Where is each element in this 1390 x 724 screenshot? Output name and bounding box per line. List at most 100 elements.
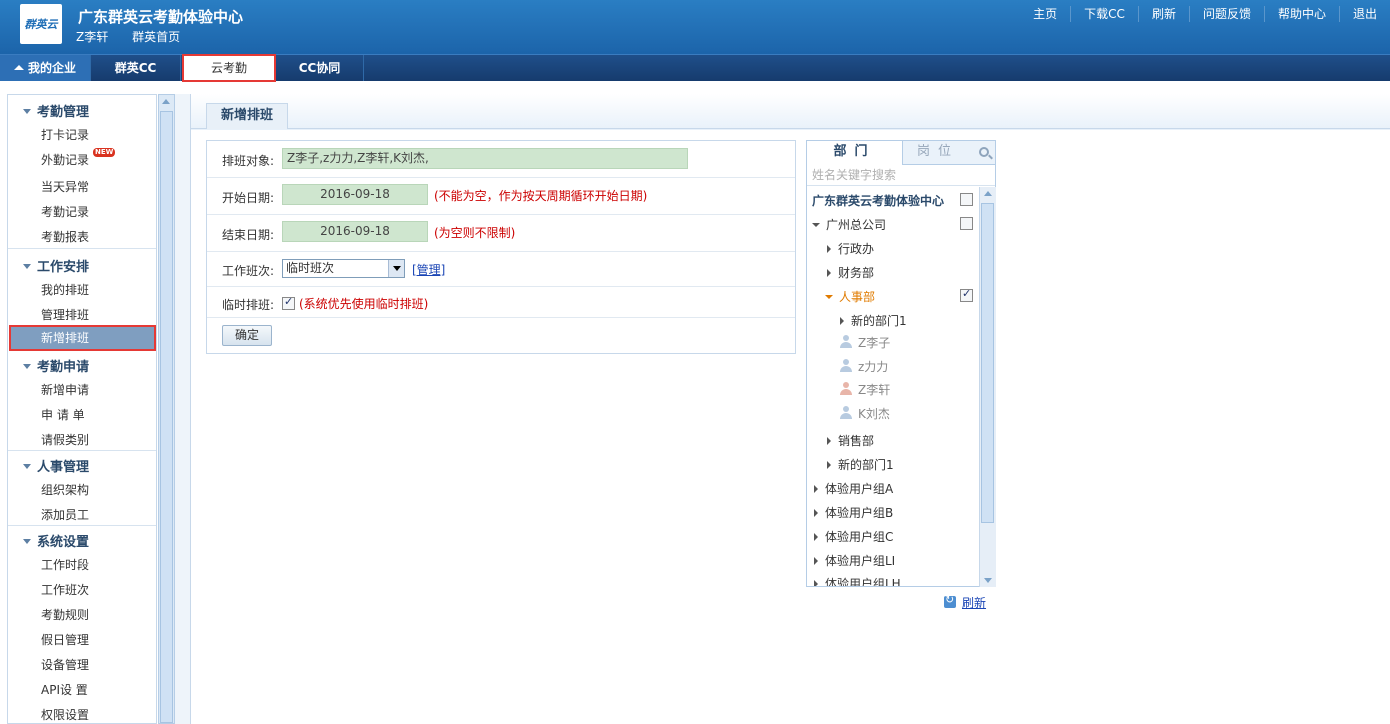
tab-new-schedule[interactable]: 新增排班	[206, 103, 288, 129]
main-header	[191, 94, 1390, 130]
tree-scrollbar[interactable]	[979, 187, 996, 587]
org-name: 广东群英云考勤体验中心	[78, 8, 244, 26]
sidebar-item-device-mgmt[interactable]: 设备管理	[41, 656, 89, 673]
link-home[interactable]: 主页	[1020, 6, 1070, 22]
sidebar-splitter	[175, 94, 191, 724]
top-links: 主页 下载CC 刷新 问题反馈 帮助中心 退出	[1020, 6, 1390, 22]
sidebar-item-permission-settings[interactable]: 权限设置	[41, 706, 89, 723]
tree-person[interactable]: Z李子	[839, 334, 890, 351]
sidebar-item-apply-form[interactable]: 申 请 单	[41, 406, 85, 423]
tree-node-finance[interactable]: 财务部	[827, 264, 874, 281]
start-date-field[interactable]: 2016-09-18	[282, 184, 428, 205]
tree-refresh-link[interactable]: 刷新	[962, 594, 986, 611]
home-link[interactable]: 群英首页	[132, 30, 180, 44]
link-logout[interactable]: 退出	[1338, 6, 1390, 22]
tree-node-admin[interactable]: 行政办	[827, 240, 874, 257]
collapsed-icon	[814, 509, 818, 517]
sidebar-item-add-employee[interactable]: 添加员工	[41, 506, 89, 523]
tree-node-new-dept[interactable]: 新的部门1	[840, 312, 907, 329]
collapsed-icon	[827, 437, 831, 445]
scroll-thumb[interactable]	[160, 111, 173, 723]
link-feedback[interactable]: 问题反馈	[1188, 6, 1264, 22]
tree-person[interactable]: K刘杰	[839, 405, 890, 422]
search-icon[interactable]	[979, 147, 989, 157]
collapsed-icon	[814, 580, 818, 586]
temp-schedule-checkbox[interactable]	[282, 295, 295, 310]
tree-person[interactable]: z力力	[839, 358, 888, 375]
collapse-icon	[23, 364, 31, 369]
scroll-up-icon[interactable]	[162, 99, 170, 104]
sidebar-item-manage-schedule[interactable]: 管理排班	[41, 306, 89, 323]
shift-label: 工作班次:	[222, 264, 275, 278]
group-system-settings[interactable]: 系统设置	[23, 531, 89, 550]
tree-root[interactable]: 广东群英云考勤体验中心	[812, 192, 944, 209]
link-help[interactable]: 帮助中心	[1263, 6, 1339, 22]
tree-person[interactable]: Z李轩	[839, 381, 890, 398]
manage-shift-link[interactable]: [管理]	[412, 261, 445, 278]
tree-node-group-li[interactable]: 体验用户组LI	[814, 552, 895, 569]
target-field[interactable]: Z李子,z力力,Z李轩,K刘杰,	[282, 148, 688, 169]
sidebar-item-org-structure[interactable]: 组织架构	[41, 481, 89, 498]
sidebar-item-attendance-report[interactable]: 考勤报表	[41, 228, 89, 245]
nav-cc-collab[interactable]: CC协同	[276, 55, 364, 81]
scroll-thumb[interactable]	[981, 203, 994, 523]
link-refresh[interactable]: 刷新	[1137, 6, 1189, 22]
collapse-icon	[23, 539, 31, 544]
collapse-icon	[23, 464, 31, 469]
expand-icon	[812, 223, 820, 227]
hr-checkbox[interactable]	[960, 287, 973, 302]
sidebar-item-work-shifts[interactable]: 工作班次	[41, 581, 89, 598]
sidebar-item-work-periods[interactable]: 工作时段	[41, 556, 89, 573]
scroll-up-icon[interactable]	[984, 191, 992, 196]
sidebar-item-my-schedule[interactable]: 我的排班	[41, 281, 89, 298]
tree-search-input[interactable]: 姓名关键字搜索	[807, 166, 995, 186]
tree-node-hr[interactable]: 人事部	[825, 288, 875, 305]
tab-department[interactable]: 部门	[807, 141, 903, 165]
person-name: Z李子	[858, 336, 891, 350]
tree-node-label: 体验用户组LH	[825, 577, 901, 586]
tree-node-new-dept[interactable]: 新的部门1	[827, 456, 894, 473]
sidebar-item-field-record[interactable]: 外勤记录 NEW	[41, 148, 116, 168]
sidebar-item-new-schedule[interactable]: 新增排班	[9, 325, 156, 351]
end-date-field[interactable]: 2016-09-18	[282, 221, 428, 242]
user-icon	[839, 406, 853, 420]
user-icon	[839, 382, 853, 396]
sidebar-scrollbar[interactable]	[158, 94, 175, 724]
sidebar-item-daily-exception[interactable]: 当天异常	[41, 178, 89, 195]
group-label: 考勤管理	[37, 105, 90, 120]
tree-node-label: 体验用户组B	[825, 506, 894, 520]
sidebar-item-attendance-rules[interactable]: 考勤规则	[41, 606, 89, 623]
tree-node-group-a[interactable]: 体验用户组A	[814, 480, 893, 497]
sidebar-item-holiday-mgmt[interactable]: 假日管理	[41, 631, 89, 648]
sidebar-item-api-settings[interactable]: API设 置	[41, 681, 88, 698]
tree-node-group-c[interactable]: 体验用户组C	[814, 528, 893, 545]
tab-position[interactable]: 岗位	[903, 141, 973, 165]
tree-node-gz[interactable]: 广州总公司	[812, 216, 886, 233]
link-download-cc[interactable]: 下载CC	[1070, 6, 1138, 22]
shift-select[interactable]: 临时班次	[282, 259, 405, 278]
group-attendance-apply[interactable]: 考勤申请	[23, 356, 89, 375]
nav-cloud-attendance[interactable]: 云考勤	[182, 54, 276, 82]
root-checkbox[interactable]	[960, 193, 973, 206]
schedule-form: 排班对象: 开始日期: 结束日期: 工作班次: 临时排班:	[206, 140, 796, 354]
submit-button[interactable]: 确定	[222, 325, 272, 346]
group-work-schedule[interactable]: 工作安排	[23, 256, 89, 275]
nav-qunying-cc[interactable]: 群英CC	[91, 55, 181, 81]
sidebar-item-leave-types[interactable]: 请假类别	[41, 431, 89, 448]
nav-my-company[interactable]: 我的企业	[0, 55, 91, 81]
sidebar-item-punch-record[interactable]: 打卡记录	[41, 126, 89, 143]
refresh-icon[interactable]	[944, 593, 956, 608]
gz-checkbox[interactable]	[960, 217, 973, 230]
collapsed-icon	[814, 485, 818, 493]
collapsed-icon	[840, 317, 844, 325]
group-hr-mgmt[interactable]: 人事管理	[23, 456, 89, 475]
group-label: 考勤申请	[37, 360, 90, 375]
chevron-down-icon[interactable]	[388, 260, 404, 277]
sidebar-item-attendance-record[interactable]: 考勤记录	[41, 203, 89, 220]
tree-node-sales[interactable]: 销售部	[827, 432, 874, 449]
tree-node-group-b[interactable]: 体验用户组B	[814, 504, 893, 521]
tree-node-group-lh[interactable]: 体验用户组LH	[814, 575, 901, 586]
group-attendance-mgmt[interactable]: 考勤管理	[23, 101, 89, 120]
scroll-down-icon[interactable]	[984, 578, 992, 583]
sidebar-item-new-apply[interactable]: 新增申请	[41, 381, 89, 398]
